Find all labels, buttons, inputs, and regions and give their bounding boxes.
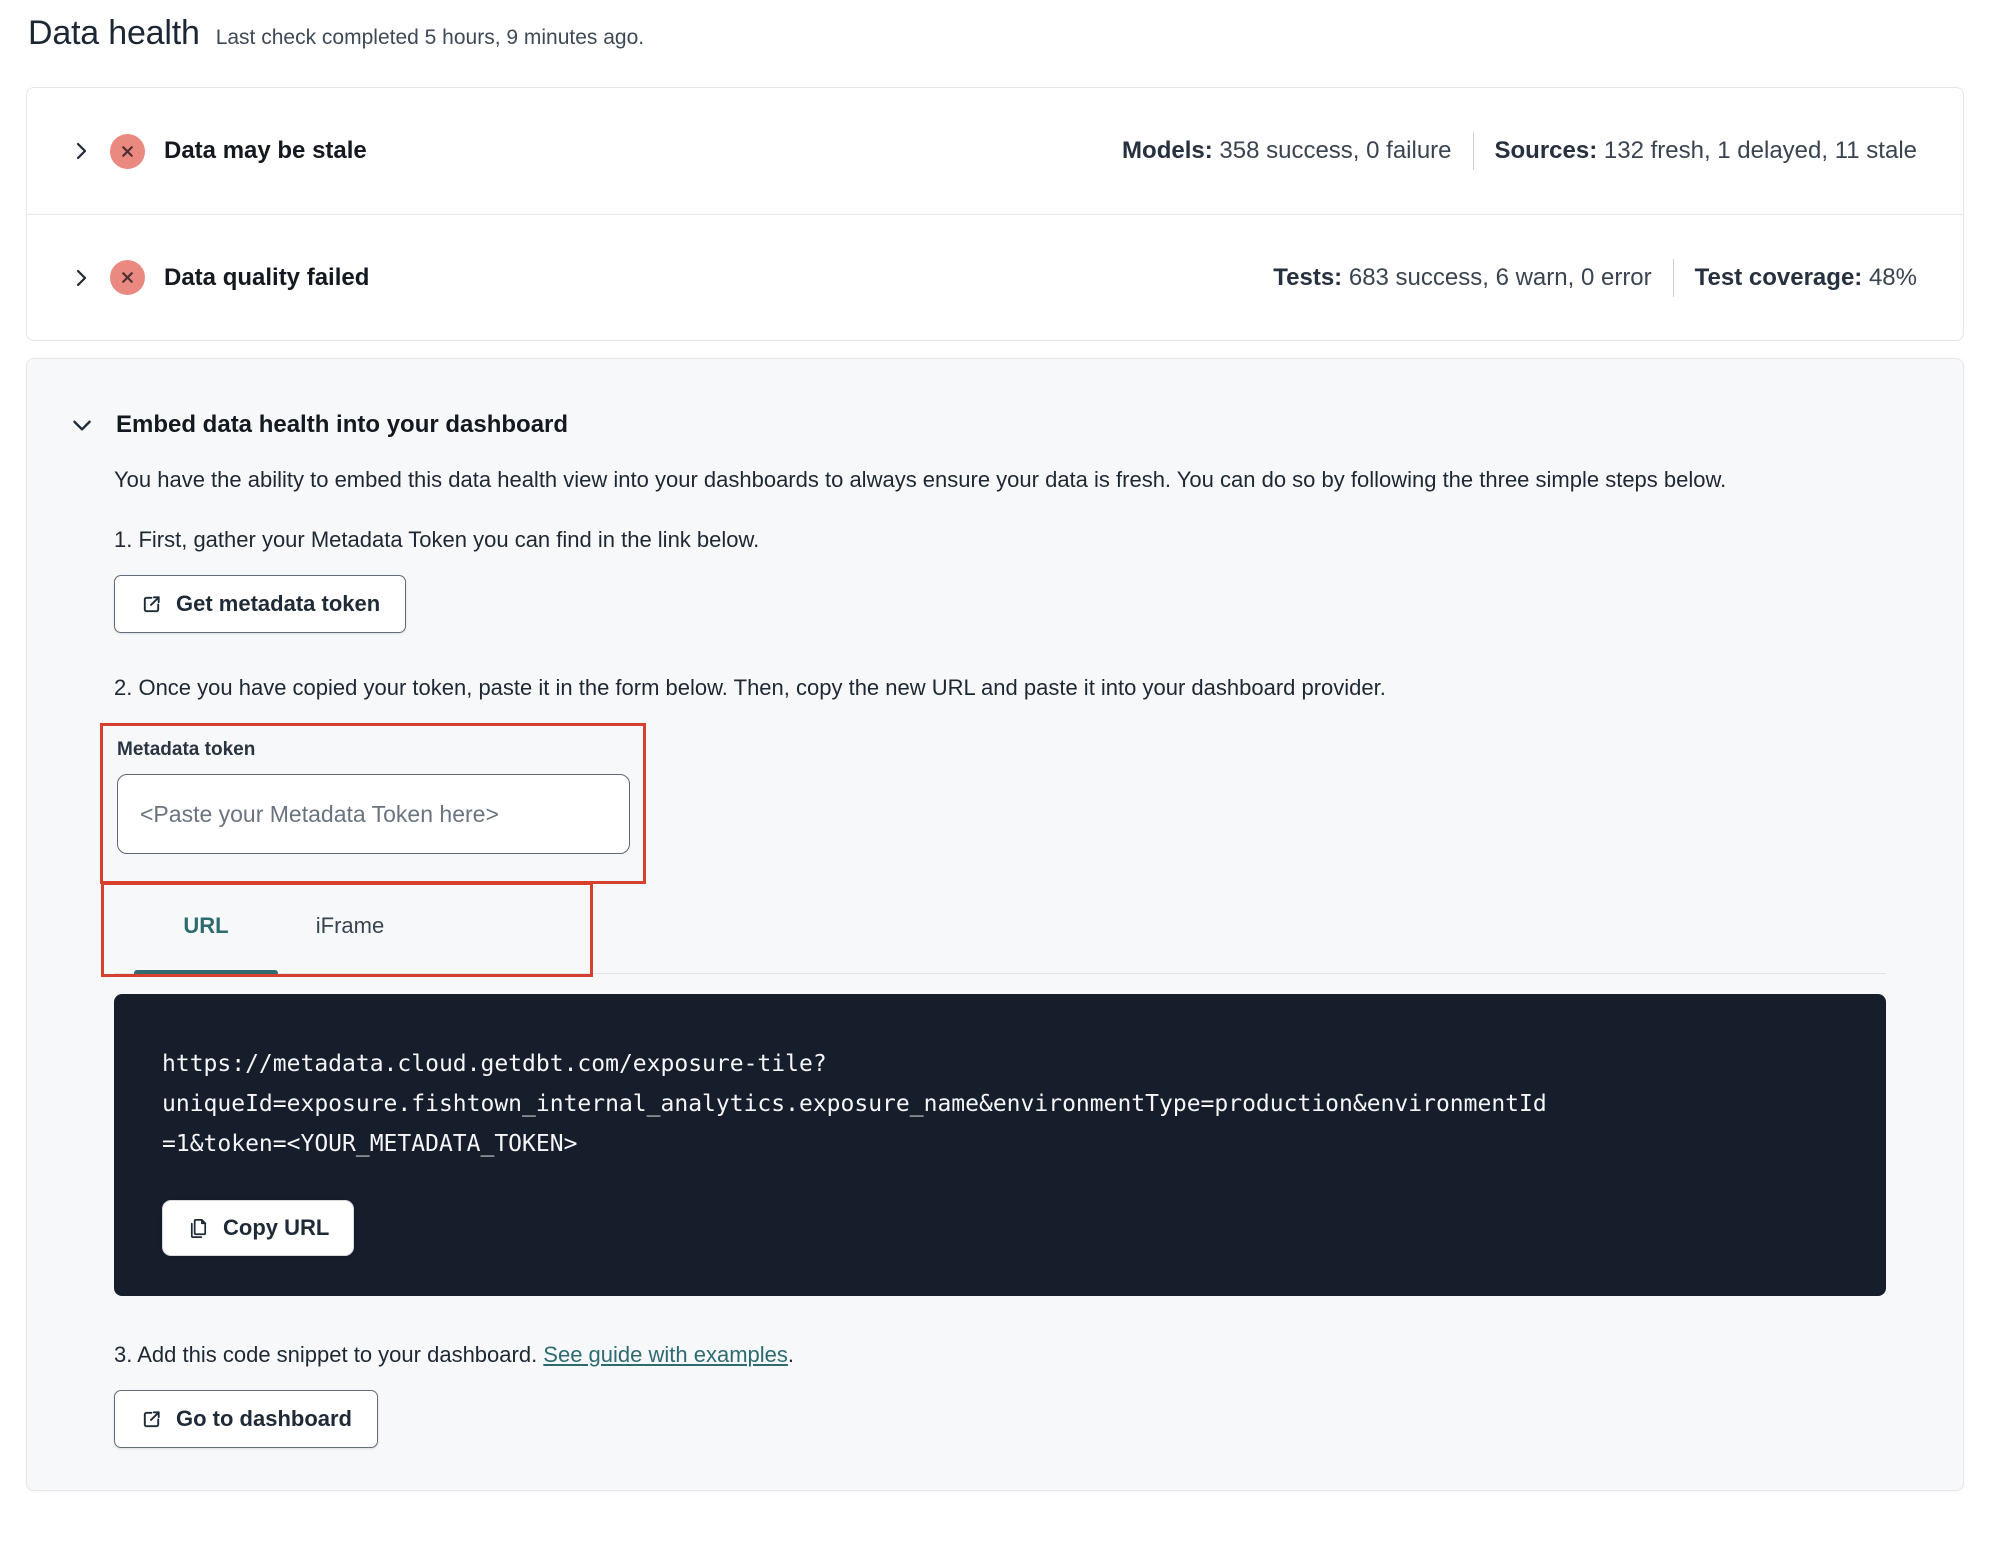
metadata-token-label: Metadata token (117, 739, 256, 760)
stat-divider (1672, 258, 1674, 297)
copy-url-label: Copy URL (223, 1215, 330, 1240)
tabs-row: URL iFrame (114, 893, 1886, 976)
page-title: Data health (28, 14, 200, 52)
embed-section-header[interactable]: Embed data health into your dashboard (69, 411, 1885, 439)
chevron-right-icon[interactable] (69, 266, 93, 290)
go-to-dashboard-label: Go to dashboard (176, 1406, 352, 1431)
metadata-token-annotation-box: Metadata token (100, 723, 646, 884)
output-format-tabs: URL iFrame (101, 882, 1886, 977)
embed-section-body: You have the ability to embed this data … (100, 463, 1886, 1448)
stat-divider (1472, 132, 1474, 170)
status-row-stats: Models: 358 success, 0 failure Sources: … (1122, 132, 1917, 170)
error-status-icon (110, 133, 145, 169)
tab-url-label: URL (183, 913, 229, 938)
go-to-dashboard-button[interactable]: Go to dashboard (114, 1390, 378, 1448)
get-metadata-token-button[interactable]: Get metadata token (114, 575, 407, 633)
models-stat: Models: 358 success, 0 failure (1122, 137, 1451, 165)
get-metadata-token-label: Get metadata token (176, 591, 381, 616)
embed-url-line: =1&token=<YOUR_METADATA_TOKEN> (162, 1131, 578, 1157)
last-check-status: Last check completed 5 hours, 9 minutes … (215, 26, 645, 49)
embed-section-panel: Embed data health into your dashboard Yo… (26, 358, 1964, 1491)
data-health-status-card: Data may be stale Models: 358 success, 0… (26, 87, 1964, 341)
chevron-down-icon[interactable] (69, 412, 95, 438)
tests-stat-value: 683 success, 6 warn, 0 error (1348, 263, 1652, 291)
copy-url-button[interactable]: Copy URL (162, 1200, 355, 1256)
external-link-icon (143, 1410, 160, 1427)
status-row-stats: Tests: 683 success, 6 warn, 0 error Test… (1273, 258, 1917, 297)
tab-iframe[interactable]: iFrame (278, 893, 422, 973)
status-row-quality[interactable]: Data quality failed Tests: 683 success, … (27, 214, 1963, 340)
see-guide-link[interactable]: See guide with examples (543, 1342, 788, 1367)
metadata-token-input[interactable] (117, 774, 630, 854)
models-stat-value: 358 success, 0 failure (1219, 137, 1452, 164)
step-3-prefix: 3. Add this code snippet to your dashboa… (114, 1342, 544, 1367)
embed-url-code-block: https://metadata.cloud.getdbt.com/exposu… (114, 994, 1886, 1296)
embed-url-line: uniqueId=exposure.fishtown_internal_anal… (162, 1091, 1547, 1117)
models-stat-label: Models: (1122, 137, 1213, 164)
step-1-text: 1. First, gather your Metadata Token you… (114, 527, 760, 552)
tab-iframe-label: iFrame (315, 913, 385, 938)
embed-url-line: https://metadata.cloud.getdbt.com/exposu… (162, 1051, 827, 1077)
tests-stat: Tests: 683 success, 6 warn, 0 error (1273, 264, 1651, 292)
external-link-icon (143, 595, 160, 612)
copy-icon (190, 1218, 207, 1238)
step-2-text: 2. Once you have copied your token, past… (114, 675, 1386, 700)
test-coverage-value: 48% (1868, 263, 1917, 291)
test-coverage-label: Test coverage: (1694, 263, 1863, 291)
embed-section-title: Embed data health into your dashboard (116, 411, 569, 438)
tab-url[interactable]: URL (134, 893, 278, 976)
tests-stat-label: Tests: (1273, 263, 1343, 291)
sources-stat: Sources: 132 fresh, 1 delayed, 11 stale (1495, 137, 1917, 165)
step-3-suffix: . (787, 1342, 795, 1367)
sources-stat-label: Sources: (1494, 137, 1598, 164)
active-tab-indicator (134, 970, 278, 976)
embed-description: You have the ability to embed this data … (114, 467, 1727, 492)
test-coverage-stat: Test coverage: 48% (1695, 264, 1917, 292)
page-header: Data health Last check completed 5 hours… (26, 14, 1964, 53)
step-3-text: 3. Add this code snippet to your dashboa… (114, 1342, 1885, 1368)
chevron-right-icon[interactable] (69, 139, 93, 163)
status-row-stale[interactable]: Data may be stale Models: 358 success, 0… (27, 88, 1963, 214)
sources-stat-value: 132 fresh, 1 delayed, 11 stale (1603, 137, 1917, 164)
error-status-icon (110, 260, 145, 295)
status-row-title: Data quality failed (164, 263, 370, 291)
status-row-title: Data may be stale (164, 137, 367, 164)
